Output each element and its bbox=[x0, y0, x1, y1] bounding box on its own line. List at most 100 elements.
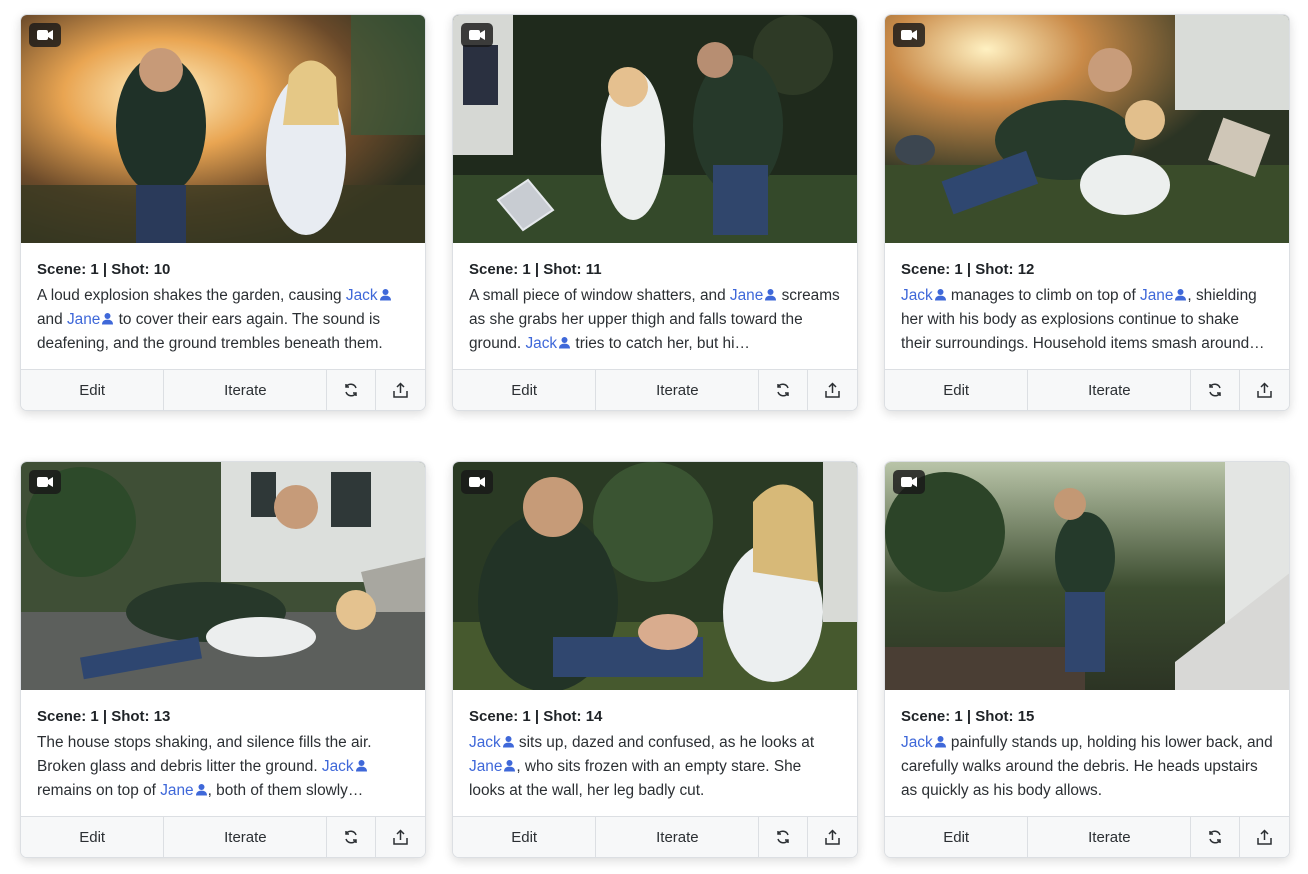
description-text: and bbox=[37, 311, 67, 328]
person-icon bbox=[765, 289, 777, 301]
card-actions: Edit Iterate bbox=[453, 816, 857, 857]
export-button[interactable] bbox=[376, 370, 425, 410]
person-icon bbox=[195, 784, 207, 796]
description-text: A loud explosion shakes the garden, caus… bbox=[37, 287, 346, 304]
person-icon bbox=[102, 313, 114, 325]
character-name: Jack bbox=[469, 734, 501, 751]
character-name: Jane bbox=[66, 311, 101, 328]
regenerate-button[interactable] bbox=[327, 817, 377, 857]
iterate-button[interactable]: Iterate bbox=[164, 370, 328, 410]
edit-button[interactable]: Edit bbox=[885, 370, 1029, 410]
scene-shot-label: Scene: 1 | Shot: 14 bbox=[469, 708, 603, 725]
explosion-scene-image bbox=[21, 15, 425, 243]
shot-thumbnail[interactable] bbox=[453, 462, 857, 690]
shot-thumbnail[interactable] bbox=[21, 462, 425, 690]
character-name: Jane bbox=[1140, 287, 1174, 304]
share-icon bbox=[1257, 381, 1272, 398]
shot-thumbnail[interactable] bbox=[885, 462, 1289, 690]
share-icon bbox=[825, 381, 840, 398]
character-link-jack[interactable]: Jack bbox=[525, 335, 571, 352]
share-icon bbox=[1257, 828, 1272, 845]
refresh-icon bbox=[345, 830, 358, 844]
export-button[interactable] bbox=[1240, 817, 1289, 857]
shot-thumbnail[interactable] bbox=[453, 15, 857, 243]
character-link-jane[interactable]: Jane bbox=[67, 311, 114, 328]
regenerate-button[interactable] bbox=[1191, 817, 1241, 857]
video-camera-icon bbox=[29, 23, 61, 47]
person-icon bbox=[934, 289, 946, 301]
iterate-button[interactable]: Iterate bbox=[596, 817, 760, 857]
iterate-button[interactable]: Iterate bbox=[1028, 370, 1192, 410]
export-button[interactable] bbox=[376, 817, 425, 857]
edit-button[interactable]: Edit bbox=[453, 817, 597, 857]
shot-card: Scene: 1 | Shot: 15 Jack painfully stand… bbox=[884, 461, 1290, 858]
iterate-button[interactable]: Iterate bbox=[596, 370, 760, 410]
character-name: Jack bbox=[901, 287, 933, 304]
character-link-jack[interactable]: Jack bbox=[901, 734, 947, 751]
refresh-icon bbox=[345, 383, 358, 397]
person-icon bbox=[504, 760, 516, 772]
shot-card: Scene: 1 | Shot: 12 Jack manages to clim… bbox=[884, 14, 1290, 411]
refresh-icon bbox=[1209, 383, 1222, 397]
character-name: Jane bbox=[160, 782, 194, 799]
regenerate-button[interactable] bbox=[1191, 370, 1241, 410]
dazed-scene-image bbox=[453, 462, 857, 690]
character-link-jane[interactable]: Jane bbox=[1140, 287, 1187, 304]
edit-button[interactable]: Edit bbox=[885, 817, 1029, 857]
edit-button[interactable]: Edit bbox=[453, 370, 597, 410]
description-text: remains on top of bbox=[37, 782, 161, 799]
character-link-jane[interactable]: Jane bbox=[469, 758, 516, 775]
edit-button[interactable]: Edit bbox=[21, 817, 165, 857]
regenerate-button[interactable] bbox=[327, 370, 377, 410]
description-text: , who sits frozen with an empty stare. S… bbox=[469, 758, 802, 799]
character-link-jack[interactable]: Jack bbox=[469, 734, 515, 751]
video-camera-icon bbox=[29, 470, 61, 494]
shot-description: The house stops shaking, and silence fil… bbox=[37, 731, 409, 803]
iterate-button[interactable]: Iterate bbox=[164, 817, 328, 857]
shot-card: Scene: 1 | Shot: 13 The house stops shak… bbox=[20, 461, 426, 858]
shot-card: Scene: 1 | Shot: 11 A small piece of win… bbox=[452, 14, 858, 411]
character-name: Jack bbox=[345, 287, 378, 304]
scene-shot-label: Scene: 1 | Shot: 15 bbox=[901, 708, 1035, 725]
card-actions: Edit Iterate bbox=[885, 816, 1289, 857]
share-icon bbox=[825, 828, 840, 845]
refresh-icon bbox=[777, 830, 790, 844]
share-icon bbox=[393, 381, 408, 398]
character-link-jane[interactable]: Jane bbox=[730, 287, 777, 304]
regenerate-button[interactable] bbox=[759, 817, 809, 857]
scene-shot-label: Scene: 1 | Shot: 13 bbox=[37, 708, 171, 725]
shot-grid: Scene: 1 | Shot: 10 A loud explosion sha… bbox=[0, 0, 1308, 874]
scene-shot-label: Scene: 1 | Shot: 12 bbox=[901, 261, 1035, 278]
character-link-jack[interactable]: Jack bbox=[901, 287, 947, 304]
person-icon bbox=[355, 760, 367, 772]
scene-shot-label: Scene: 1 | Shot: 10 bbox=[37, 261, 171, 278]
regenerate-button[interactable] bbox=[759, 370, 809, 410]
scene-shot-label: Scene: 1 | Shot: 11 bbox=[469, 261, 602, 278]
card-actions: Edit Iterate bbox=[21, 369, 425, 410]
shot-description: A loud explosion shakes the garden, caus… bbox=[37, 284, 409, 356]
character-link-jane[interactable]: Jane bbox=[160, 782, 207, 799]
shot-thumbnail[interactable] bbox=[885, 15, 1289, 243]
export-button[interactable] bbox=[808, 370, 857, 410]
character-link-jack[interactable]: Jack bbox=[346, 287, 392, 304]
card-actions: Edit Iterate bbox=[453, 369, 857, 410]
iterate-button[interactable]: Iterate bbox=[1028, 817, 1192, 857]
export-button[interactable] bbox=[808, 817, 857, 857]
shot-description: Jack painfully stands up, holding his lo… bbox=[901, 731, 1273, 803]
description-text: manages to climb on top of bbox=[946, 287, 1141, 304]
export-button[interactable] bbox=[1240, 370, 1289, 410]
aftermath-scene-image bbox=[21, 462, 425, 690]
card-actions: Edit Iterate bbox=[21, 816, 425, 857]
description-text: painfully stands up, holding his lower b… bbox=[901, 734, 1273, 799]
character-link-jack[interactable]: Jack bbox=[322, 758, 368, 775]
refresh-icon bbox=[777, 383, 790, 397]
description-text: , both of them slowly… bbox=[207, 782, 364, 799]
shielding-scene-image bbox=[885, 15, 1289, 243]
shot-thumbnail[interactable] bbox=[21, 15, 425, 243]
shot-description: Jack manages to climb on top of Jane, sh… bbox=[901, 284, 1273, 356]
person-icon bbox=[1175, 289, 1187, 301]
character-name: Jane bbox=[469, 758, 503, 775]
video-camera-icon bbox=[893, 470, 925, 494]
description-text: tries to catch her, but hi… bbox=[571, 335, 750, 352]
edit-button[interactable]: Edit bbox=[21, 370, 165, 410]
